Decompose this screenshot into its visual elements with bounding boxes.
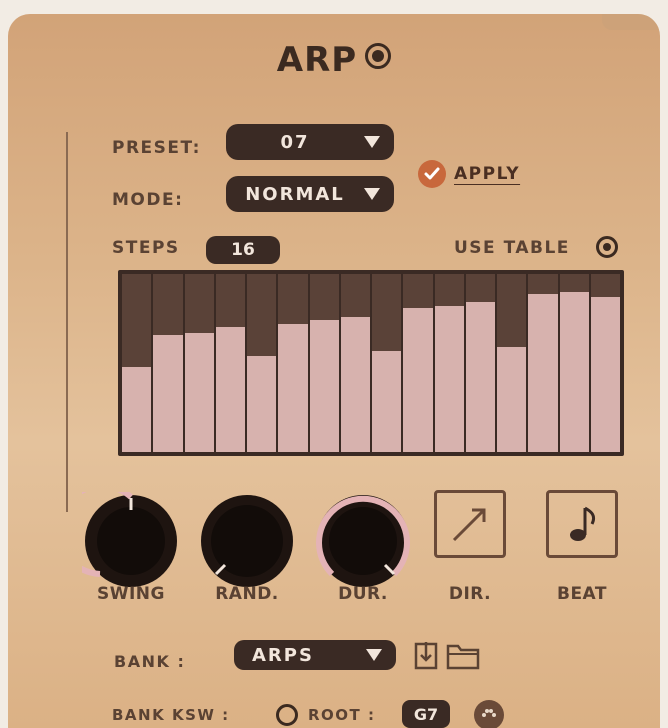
- step-level-bar: [153, 334, 183, 452]
- mode-dropdown[interactable]: NORMAL: [226, 176, 394, 212]
- step-column[interactable]: [184, 274, 214, 452]
- step-level-bar: [497, 346, 527, 452]
- step-level-bar: [278, 323, 308, 452]
- step-column[interactable]: [528, 274, 558, 452]
- step-level-bar: [247, 355, 277, 452]
- step-table[interactable]: [118, 270, 624, 456]
- use-table-toggle[interactable]: [596, 236, 618, 258]
- step-column[interactable]: [559, 274, 589, 452]
- dur-knob[interactable]: [314, 492, 412, 590]
- step-column[interactable]: [590, 274, 620, 452]
- bank-ksw-toggle[interactable]: [276, 704, 298, 726]
- step-column[interactable]: [247, 274, 277, 452]
- step-level-bar: [372, 350, 402, 452]
- step-column[interactable]: [434, 274, 464, 452]
- step-level-bar: [309, 320, 339, 452]
- step-level-bar: [184, 332, 214, 452]
- apply-button[interactable]: APPLY: [454, 164, 520, 184]
- step-column[interactable]: [122, 274, 152, 452]
- rand-knob[interactable]: [198, 492, 296, 590]
- preset-label: PRESET:: [112, 138, 201, 158]
- step-level-bar: [340, 316, 370, 452]
- steps-label: STEPS: [112, 238, 180, 258]
- rand-label: RAND.: [215, 584, 279, 604]
- step-column[interactable]: [372, 274, 402, 452]
- step-level-bar: [403, 307, 433, 452]
- preset-dropdown[interactable]: 07: [226, 124, 394, 160]
- step-column[interactable]: [497, 274, 527, 452]
- bank-dropdown[interactable]: ARPS: [234, 640, 396, 670]
- step-column[interactable]: [340, 274, 370, 452]
- step-column[interactable]: [153, 274, 183, 452]
- direction-button[interactable]: [434, 490, 506, 558]
- step-column[interactable]: [465, 274, 495, 452]
- arp-power-icon[interactable]: [365, 43, 392, 69]
- midi-learn-icon[interactable]: [474, 700, 504, 728]
- chevron-down-icon: [364, 136, 380, 148]
- step-level-bar: [528, 293, 558, 452]
- bank-value: ARPS: [252, 644, 314, 666]
- arp-title-text: ARP: [276, 40, 358, 80]
- chevron-down-icon: [364, 188, 380, 200]
- mode-value: NORMAL: [245, 183, 345, 205]
- step-level-bar: [590, 297, 620, 452]
- steps-value[interactable]: 16: [206, 236, 280, 264]
- mode-label: MODE:: [112, 190, 184, 210]
- arp-panel: ARP PRESET: 07 APPLY MODE: NORMAL STEPS …: [8, 14, 660, 728]
- swing-knob[interactable]: [54, 483, 180, 590]
- root-label: ROOT :: [308, 706, 376, 724]
- step-column[interactable]: [278, 274, 308, 452]
- chevron-down-icon: [366, 649, 382, 661]
- arrow-up-right-icon: [452, 508, 486, 542]
- music-note-icon: [570, 506, 596, 541]
- dur-label: DUR.: [338, 584, 388, 604]
- use-table-label: USE TABLE: [454, 238, 570, 258]
- step-column[interactable]: [309, 274, 339, 452]
- dir-label: DIR.: [448, 584, 492, 604]
- preset-value: 07: [280, 131, 310, 153]
- step-level-bar: [434, 306, 464, 452]
- bank-label: BANK :: [114, 652, 186, 671]
- apply-check-icon[interactable]: [418, 160, 446, 188]
- beat-label: BEAT: [556, 584, 607, 604]
- step-level-bar: [559, 291, 589, 452]
- download-icon[interactable]: [414, 640, 438, 672]
- step-level-bar: [215, 327, 245, 452]
- arp-title: ARP: [8, 40, 660, 80]
- root-value[interactable]: G7: [402, 700, 450, 728]
- step-column[interactable]: [403, 274, 433, 452]
- step-level-bar: [122, 366, 152, 452]
- beat-button[interactable]: [546, 490, 618, 558]
- folder-icon[interactable]: [446, 642, 480, 670]
- bank-ksw-label: BANK KSW :: [112, 706, 230, 724]
- swing-label: SWING: [96, 584, 165, 604]
- divider-line: [66, 132, 68, 512]
- step-level-bar: [465, 302, 495, 452]
- step-column[interactable]: [215, 274, 245, 452]
